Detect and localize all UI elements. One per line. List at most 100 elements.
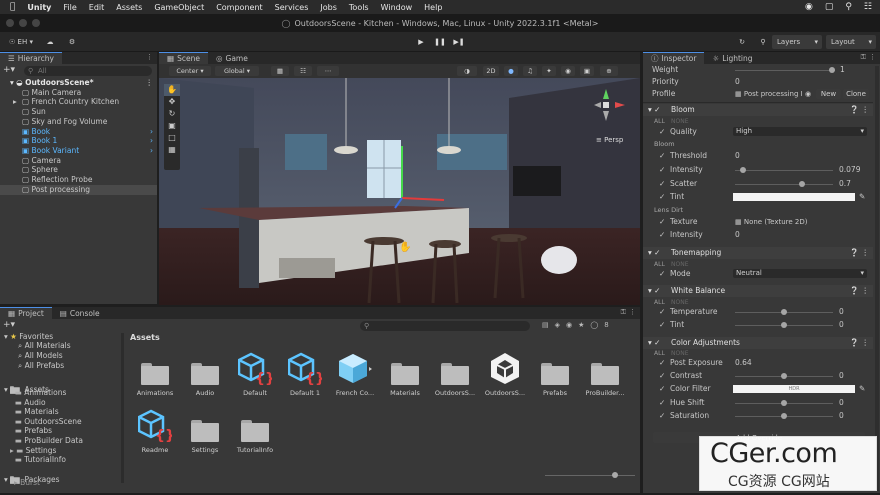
- tree-scrollbar[interactable]: [121, 333, 124, 483]
- status-globe-icon[interactable]: ◉: [805, 2, 813, 12]
- asset-item[interactable]: {} Default 1: [283, 352, 327, 397]
- threshold-value[interactable]: 0: [735, 150, 740, 162]
- panel-menu-icon[interactable]: ⋮: [146, 53, 153, 61]
- icon-size-slider[interactable]: [545, 475, 635, 476]
- scene-viewport[interactable]: [159, 78, 640, 305]
- weight-value[interactable]: 1: [840, 64, 845, 76]
- component-menu-icon[interactable]: ⋮: [862, 104, 870, 116]
- project-search-input[interactable]: ⚲: [360, 321, 530, 331]
- prefab-open-icon[interactable]: ›: [150, 127, 153, 137]
- asset-folder-item[interactable]: ▬ Audio: [10, 398, 46, 408]
- white-balance-header[interactable]: ▾ ✓ White Balance ❔ ⋮: [643, 285, 873, 297]
- menu-edit[interactable]: Edit: [89, 3, 105, 12]
- dirt-intensity-value[interactable]: 0: [735, 229, 740, 241]
- check-icon[interactable]: ✓: [659, 319, 665, 331]
- weight-slider[interactable]: [735, 70, 835, 71]
- mode-dropdown[interactable]: Neutral ▾: [733, 269, 867, 278]
- asset-item[interactable]: TutorialInfo: [233, 410, 277, 454]
- new-profile-button[interactable]: New: [816, 89, 841, 99]
- favorite-item[interactable]: ⌕ All Prefabs: [18, 361, 64, 371]
- check-icon[interactable]: ✓: [659, 370, 665, 382]
- profile-field[interactable]: ▦ Post processing I ◉: [735, 88, 811, 100]
- menu-services[interactable]: Services: [275, 3, 309, 12]
- inspector-scrollbar[interactable]: [875, 66, 879, 491]
- history-icon[interactable]: ↻: [734, 35, 750, 49]
- rect-tool-icon[interactable]: □: [164, 132, 180, 144]
- tab-hierarchy[interactable]: ☰ Hierarchy: [0, 52, 62, 64]
- hue-shift-value[interactable]: 0: [839, 397, 844, 409]
- app-menu[interactable]: Unity: [27, 3, 51, 12]
- orientation-gizmo[interactable]: [589, 85, 629, 135]
- asset-folder-item[interactable]: ▬ Prefabs: [10, 426, 52, 436]
- menu-help[interactable]: Help: [424, 3, 442, 12]
- asset-item[interactable]: OutdoorsS...: [433, 353, 477, 397]
- tab-project[interactable]: ▦ Project: [0, 307, 52, 319]
- hierarchy-item[interactable]: ▸ ▢ French Country Kitchen: [0, 97, 157, 107]
- search-filter-icon[interactable]: ◉: [566, 321, 572, 329]
- check-icon[interactable]: ✓: [659, 216, 665, 228]
- temperature-slider-knob[interactable]: [781, 309, 787, 315]
- hierarchy-item[interactable]: ▾ ◒ OutdoorsScene* ⋮: [0, 78, 157, 88]
- hierarchy-item[interactable]: ▢ Sphere: [0, 165, 157, 175]
- intensity-slider-knob[interactable]: [740, 167, 746, 173]
- tab-console[interactable]: ▤ Console: [52, 307, 108, 319]
- eyedropper-icon[interactable]: ✎: [859, 191, 865, 203]
- check-icon[interactable]: ✓: [659, 268, 665, 280]
- scene-menu-icon[interactable]: ⋮: [146, 78, 154, 88]
- effects-toggle-icon[interactable]: ✦: [542, 66, 556, 76]
- search-by-label-icon[interactable]: ◈: [555, 321, 560, 329]
- intensity-slider[interactable]: [735, 170, 833, 171]
- help-icon[interactable]: ❔: [850, 104, 859, 116]
- clone-profile-button[interactable]: Clone: [843, 89, 869, 99]
- tab-lighting[interactable]: ☼ Lighting: [704, 52, 760, 64]
- check-icon[interactable]: ✓: [659, 126, 665, 138]
- tab-inspector[interactable]: ⓘ Inspector: [643, 52, 705, 64]
- window-controls[interactable]: [6, 19, 40, 27]
- hand-tool-icon[interactable]: ✋: [164, 84, 180, 96]
- check-icon[interactable]: ✓: [659, 357, 665, 369]
- icon-size-knob[interactable]: [612, 472, 618, 478]
- account-button[interactable]: ☉ EH ▾: [4, 35, 38, 49]
- prefab-open-icon[interactable]: ›: [150, 136, 153, 146]
- lock-icon[interactable]: ⚿: [861, 53, 866, 62]
- priority-value[interactable]: 0: [735, 76, 740, 88]
- favorite-item[interactable]: ⌕ All Models: [18, 351, 63, 361]
- asset-item[interactable]: Materials: [383, 353, 427, 397]
- asset-item[interactable]: Prefabs: [533, 353, 577, 397]
- check-icon[interactable]: ✓: [659, 150, 665, 162]
- 2d-toggle[interactable]: 2D: [483, 66, 499, 76]
- hidden-packages-icon[interactable]: ◯: [590, 321, 598, 329]
- spotlight-search-icon[interactable]: ⚲: [845, 2, 852, 12]
- panel-menu-icon[interactable]: ⋮: [869, 53, 876, 61]
- hue-shift-slider-knob[interactable]: [781, 400, 787, 406]
- scene-camera-icon[interactable]: ▣: [580, 66, 594, 76]
- package-item[interactable]: ▸ Burst: [14, 478, 40, 488]
- menu-window[interactable]: Window: [381, 3, 413, 12]
- texture-field[interactable]: ▦ None (Texture 2D): [735, 216, 808, 228]
- asset-item[interactable]: OutdoorsS...: [483, 353, 527, 397]
- search-by-type-icon[interactable]: ▤: [542, 321, 549, 329]
- hierarchy-item[interactable]: ▢ Reflection Probe: [0, 175, 157, 185]
- cloud-icon[interactable]: ☁: [42, 35, 58, 49]
- saturation-value[interactable]: 0: [839, 410, 844, 422]
- move-tool-icon[interactable]: ✥: [164, 96, 180, 108]
- grid-visibility-icon[interactable]: ☷: [294, 66, 312, 76]
- check-icon[interactable]: ✓: [659, 178, 665, 190]
- eyedropper-icon[interactable]: ✎: [859, 383, 865, 395]
- help-icon[interactable]: ❔: [850, 285, 859, 297]
- check-icon[interactable]: ✓: [659, 191, 665, 203]
- hierarchy-search-input[interactable]: ⚲ All: [24, 66, 152, 76]
- step-button[interactable]: ▶❚: [451, 35, 467, 49]
- create-asset-button[interactable]: +▾: [3, 320, 15, 330]
- pause-button[interactable]: ❚❚: [432, 35, 448, 49]
- grid-snap-icon[interactable]: ▦: [271, 66, 289, 76]
- menu-component[interactable]: Component: [216, 3, 262, 12]
- persp-label[interactable]: ≡ Persp: [596, 136, 623, 144]
- asset-folder-item[interactable]: ▬ Animations: [10, 388, 67, 398]
- menu-tools[interactable]: Tools: [349, 3, 369, 12]
- pivot-dropdown[interactable]: Center ▾: [169, 66, 211, 76]
- layers-dropdown[interactable]: Layers ▾: [772, 35, 822, 49]
- layout-dropdown[interactable]: Layout ▾: [826, 35, 876, 49]
- asset-folder-item[interactable]: ▬ ProBuilder Data: [10, 436, 83, 446]
- component-menu-icon[interactable]: ⋮: [862, 247, 870, 259]
